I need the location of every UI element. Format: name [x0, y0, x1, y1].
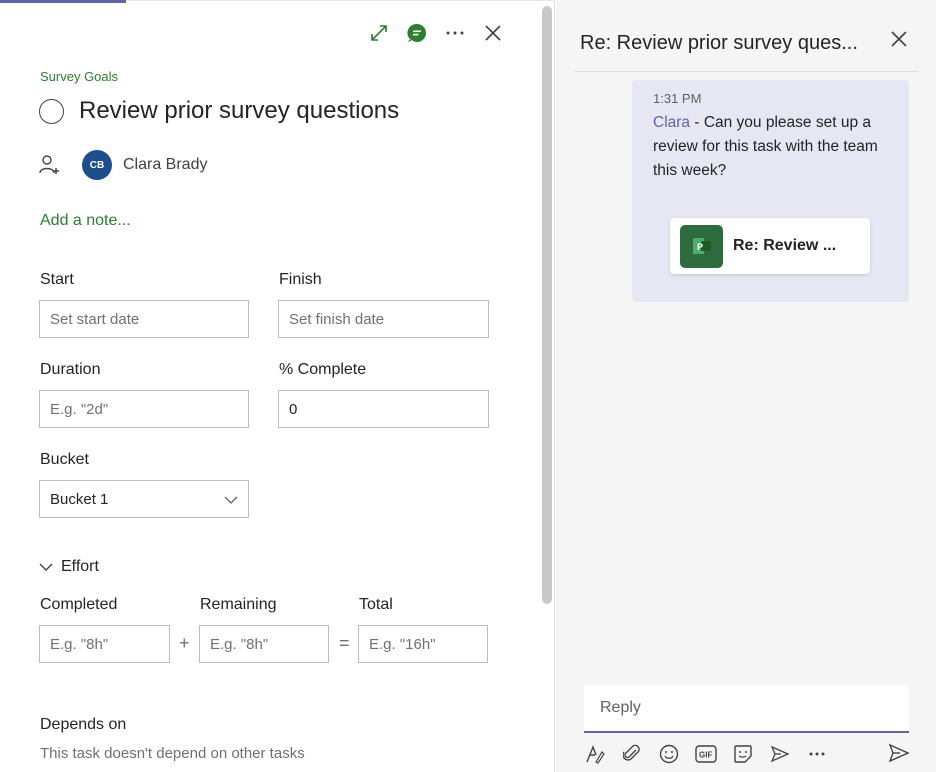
- format-icon[interactable]: [584, 743, 606, 765]
- more-icon[interactable]: [442, 20, 468, 46]
- avatar[interactable]: CB: [82, 150, 112, 180]
- task-header-actions: [354, 20, 506, 46]
- bucket-label: Bucket: [40, 451, 89, 468]
- emoji-icon[interactable]: [658, 743, 680, 765]
- message-time: 1:31 PM: [653, 91, 702, 106]
- effort-label: Effort: [61, 558, 99, 575]
- assignee-name[interactable]: Clara Brady: [123, 156, 207, 174]
- task-title-row: Review prior survey questions: [39, 97, 399, 125]
- message-text: Clara - Can you please set up a review f…: [653, 111, 893, 183]
- expand-icon[interactable]: [366, 20, 392, 46]
- attach-icon[interactable]: [621, 743, 643, 765]
- conversation-divider: [574, 71, 918, 72]
- close-icon[interactable]: [480, 20, 506, 46]
- top-divider: [126, 0, 555, 1]
- percent-complete-label: % Complete: [279, 361, 367, 378]
- compose-toolbar: GIF: [584, 740, 912, 768]
- sticker-icon[interactable]: [732, 743, 754, 765]
- chevron-down-icon: [39, 558, 53, 576]
- duration-input[interactable]: [39, 390, 249, 428]
- remaining-label: Remaining: [200, 596, 277, 613]
- task-details-panel: Survey Goals Review prior survey questio…: [0, 0, 555, 772]
- start-label: Start: [40, 271, 74, 288]
- conversation-title: Re: Review prior survey ques...: [580, 32, 858, 54]
- bucket-value: Bucket 1: [50, 490, 109, 508]
- meet-icon[interactable]: [769, 743, 791, 765]
- bucket-select[interactable]: Bucket 1: [39, 480, 249, 518]
- active-tab-indicator: [0, 0, 126, 3]
- conversation-panel: Re: Review prior survey ques... 1:31 PM …: [556, 0, 936, 772]
- effort-section-toggle[interactable]: Effort: [39, 558, 99, 576]
- reply-box: [584, 685, 909, 733]
- complete-task-checkbox[interactable]: [39, 98, 64, 124]
- card-title: Re: Review ...: [733, 237, 837, 254]
- completed-label: Completed: [40, 596, 118, 613]
- plus-operator: +: [179, 633, 190, 653]
- planner-app-icon: P: [680, 224, 723, 268]
- message-author[interactable]: Clara: [653, 114, 690, 131]
- duration-label: Duration: [40, 361, 101, 378]
- svg-text:GIF: GIF: [699, 751, 712, 760]
- total-label: Total: [359, 596, 393, 613]
- task-title[interactable]: Review prior survey questions: [79, 97, 399, 125]
- chat-message: 1:31 PM Clara - Can you please set up a …: [632, 80, 909, 302]
- task-link-card[interactable]: P Re: Review ...: [670, 218, 870, 274]
- start-date-input[interactable]: [39, 300, 249, 338]
- completed-effort-input[interactable]: [39, 625, 170, 663]
- assign-person-icon[interactable]: [38, 153, 62, 177]
- depends-on-label: Depends on: [40, 716, 127, 733]
- close-icon[interactable]: [890, 30, 912, 52]
- chat-icon[interactable]: [404, 20, 430, 46]
- remaining-effort-input[interactable]: [199, 625, 329, 663]
- reply-input[interactable]: [584, 685, 909, 731]
- depends-on-text: This task doesn't depend on other tasks: [40, 745, 305, 762]
- plan-name: Survey Goals: [40, 69, 119, 84]
- panel-scrollbar[interactable]: [542, 6, 552, 604]
- chevron-down-icon: [224, 491, 238, 508]
- equals-operator: =: [339, 633, 350, 653]
- add-note-link[interactable]: Add a note...: [40, 212, 131, 230]
- percent-complete-input[interactable]: [278, 390, 489, 428]
- assignment-row: CB Clara Brady: [38, 150, 207, 180]
- finish-label: Finish: [279, 271, 322, 288]
- gif-icon[interactable]: GIF: [695, 743, 717, 765]
- more-options-icon[interactable]: [806, 743, 828, 765]
- send-icon[interactable]: [888, 742, 912, 766]
- finish-date-input[interactable]: [278, 300, 489, 338]
- svg-text:P: P: [697, 242, 703, 252]
- total-effort-input[interactable]: [358, 625, 488, 663]
